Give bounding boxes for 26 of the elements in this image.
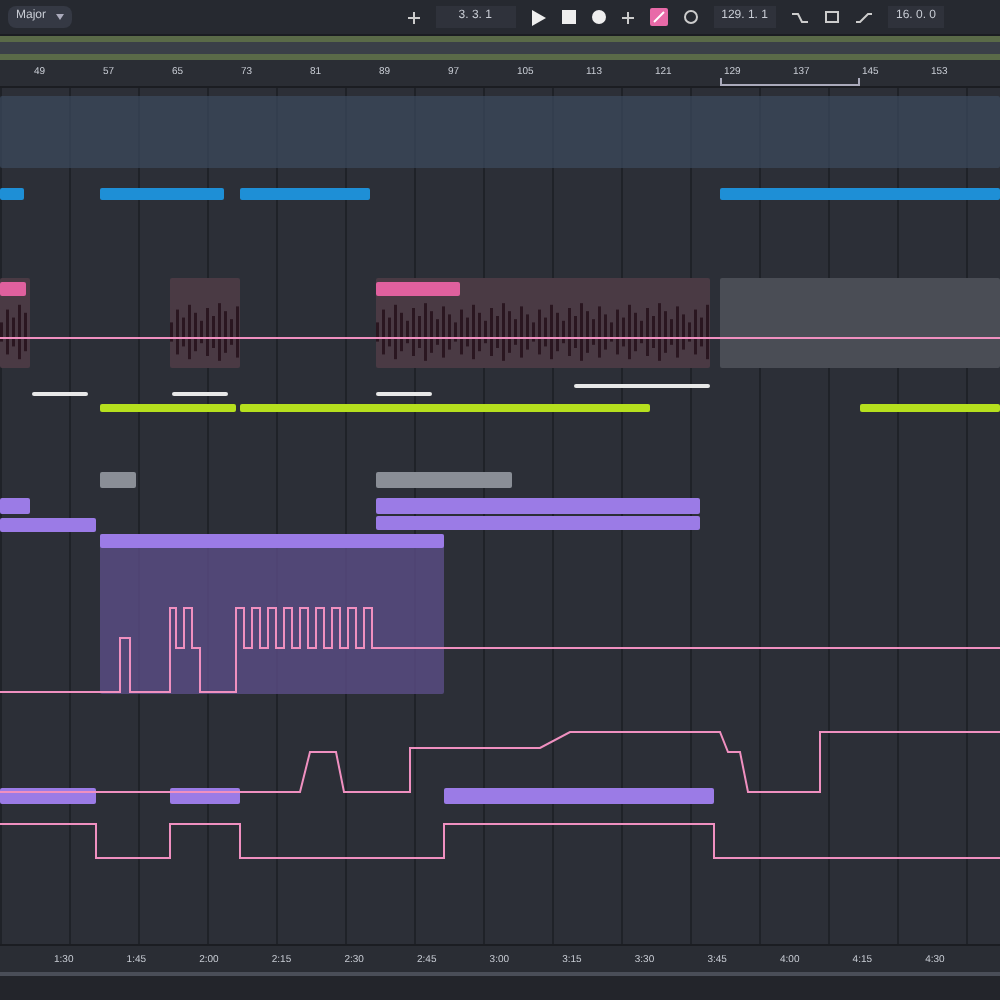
ramp-icon[interactable] [855,11,872,23]
muted-clip [100,472,136,488]
caret-icon [56,14,64,20]
play-icon[interactable] [531,9,546,25]
pattern-clip [100,188,224,200]
loop-bracket[interactable] [720,78,860,86]
stop-icon[interactable] [561,10,576,24]
curve-icon[interactable] [791,11,808,23]
repeat-icon[interactable] [823,10,840,24]
plus-icon[interactable] [621,11,634,23]
scrollbar[interactable] [0,972,1000,1000]
synth-clip [0,518,96,532]
loop-toggle-icon[interactable] [649,8,668,26]
record-icon[interactable] [591,10,606,24]
waveform-drawing [0,300,30,364]
synth-clip [0,498,30,514]
metronome-icon[interactable] [683,10,698,24]
pattern-clip [0,188,24,200]
pattern-clip [240,188,370,200]
clip-header [376,282,460,296]
waveform-drawing [170,300,240,364]
muted-clip [376,472,512,488]
plus-icon[interactable] [407,11,420,23]
midi-clip [860,404,1000,412]
midi-clip [100,404,236,412]
clip-header [0,282,26,296]
